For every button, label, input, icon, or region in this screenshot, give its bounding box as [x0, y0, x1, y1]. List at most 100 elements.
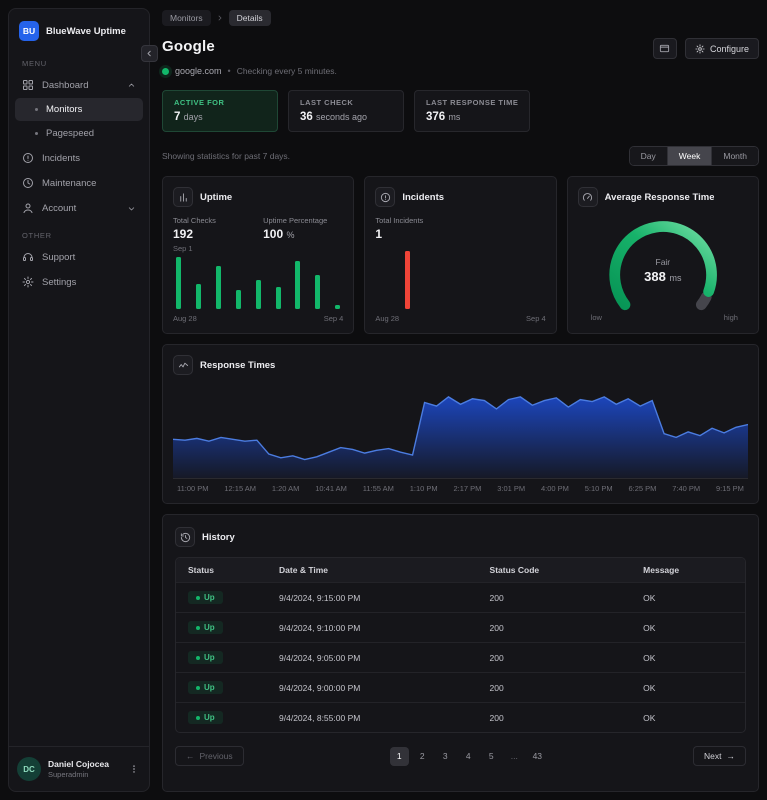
card-title: Average Response Time — [604, 191, 715, 203]
uptime-bar — [335, 304, 341, 309]
uptime-bar — [195, 284, 201, 309]
response-area-path — [173, 396, 748, 478]
period-option-day[interactable]: Day — [629, 147, 667, 165]
page-button[interactable]: 2 — [413, 747, 432, 766]
period-option-month[interactable]: Month — [711, 147, 758, 165]
stat-card-active-for: ACTIVE FOR 7 days — [162, 90, 278, 132]
previous-button[interactable]: ← Previous — [175, 746, 244, 766]
sidebar-item-maintenance[interactable]: Maintenance — [15, 171, 143, 195]
x-axis-label: 1:20 AM — [271, 484, 300, 493]
x-axis-label: 4:00 PM — [540, 484, 569, 493]
other-section-label: OTHER — [22, 231, 52, 240]
alert-circle-icon — [23, 153, 33, 163]
message-cell: OK — [631, 582, 745, 613]
page-button[interactable]: 4 — [459, 747, 478, 766]
user-menu-button[interactable] — [127, 761, 141, 777]
sidebar-item-pagespeed[interactable]: Pagespeed — [15, 122, 143, 145]
configure-label: Configure — [709, 43, 749, 54]
response-x-labels: 11:00 PM 12:15 AM 1:20 AM 10:41 AM 11:55 AM 1… — [173, 478, 748, 493]
sidebar-item-account[interactable]: Account — [15, 196, 143, 220]
sidebar-item-support[interactable]: Support — [15, 245, 143, 269]
incident-slot — [524, 245, 545, 309]
uptime-bar — [275, 287, 281, 309]
x-axis-label: 9:15 PM — [715, 484, 744, 493]
dot-separator: • — [227, 66, 231, 76]
column-header: Message — [631, 558, 745, 583]
sidebar-item-label: Account — [42, 202, 77, 214]
status-code-cell: 200 — [477, 702, 632, 732]
history-table: Status Date & Time Status Code Message Up 9/… — [175, 557, 746, 733]
monitor-status-line: google.com • Checking every 5 minutes. — [162, 66, 759, 76]
headset-icon — [23, 253, 33, 261]
user-icon — [23, 203, 33, 213]
page-header: Google Configure — [162, 38, 759, 59]
datetime-cell: 9/4/2024, 8:55:00 PM — [267, 702, 478, 732]
sidebar-collapse-button[interactable] — [141, 45, 158, 62]
table-row[interactable]: Up 9/4/2024, 9:10:00 PM 200 OK — [176, 612, 745, 643]
sidebar-nav: Dashboard Monitors Pagespeed Incidents M… — [9, 72, 149, 221]
table-row[interactable]: Up 9/4/2024, 9:15:00 PM 200 OK — [176, 582, 745, 613]
uptime-bar — [215, 266, 221, 309]
stat-label: ACTIVE FOR — [174, 98, 225, 107]
average-response-time-card: Average Response Time Fair 388 ms low hi… — [566, 176, 759, 334]
arrow-left-icon: ← — [186, 751, 195, 761]
range-end-label: Sep 4 — [526, 314, 546, 323]
period-option-week[interactable]: Week — [666, 147, 712, 165]
bullet-dot-icon — [35, 132, 38, 135]
status-badge: Up — [188, 621, 223, 634]
incident-slot — [397, 245, 418, 309]
page-button[interactable]: 1 — [389, 746, 409, 766]
page-button[interactable]: 5 — [482, 747, 501, 766]
previous-label: Previous — [199, 751, 233, 761]
user-profile[interactable]: DC Daniel Cojocea Superadmin — [9, 746, 149, 791]
card-title: Incidents — [402, 191, 445, 203]
history-table-body: Up 9/4/2024, 9:15:00 PM 200 OK Up 9/4/2024, 9… — [176, 582, 745, 732]
status-page-button[interactable] — [652, 38, 677, 59]
breadcrumb-details: Details — [228, 10, 271, 26]
datetime-cell: 9/4/2024, 9:05:00 PM — [267, 642, 478, 673]
sidebar-item-settings[interactable]: Settings — [15, 270, 143, 294]
incidents-bar-chart[interactable] — [375, 241, 545, 309]
page-title: Google — [162, 38, 215, 55]
gauge-track-path — [695, 291, 712, 311]
page-button[interactable]: 3 — [436, 747, 455, 766]
header-actions: Configure — [652, 38, 759, 59]
chevron-right-icon — [216, 14, 224, 22]
user-name: Daniel Cojocea — [48, 759, 109, 770]
table-row[interactable]: Up 9/4/2024, 9:00:00 PM 200 OK — [176, 672, 745, 703]
datetime-cell: 9/4/2024, 9:15:00 PM — [267, 582, 478, 613]
status-cell: Up — [176, 642, 268, 673]
message-cell: OK — [631, 642, 745, 673]
column-header: Status — [176, 558, 268, 583]
breadcrumb-monitors[interactable]: Monitors — [162, 10, 211, 26]
response-times-chart[interactable] — [173, 383, 748, 478]
status-code-cell: 200 — [477, 582, 632, 613]
uptime-card: Uptime Total Checks 192 Uptime Percentag… — [162, 176, 355, 334]
x-axis-label: 12:15 AM — [224, 484, 257, 493]
sidebar-item-label: Pagespeed — [46, 128, 95, 139]
x-axis-label: 6:25 PM — [628, 484, 657, 493]
stat-label: LAST RESPONSE TIME — [426, 98, 519, 107]
configure-button[interactable]: Configure — [684, 38, 759, 59]
uptime-bar-chart[interactable] — [173, 253, 343, 309]
status-code-cell: 200 — [477, 612, 632, 643]
monitor-url[interactable]: google.com — [175, 66, 222, 76]
sidebar-header: BU BlueWave Uptime — [9, 9, 149, 49]
arrow-right-icon: → — [726, 751, 736, 761]
next-button[interactable]: Next → — [693, 746, 746, 766]
table-row[interactable]: Up 9/4/2024, 8:55:00 PM 200 OK — [176, 702, 745, 732]
sidebar-item-incidents[interactable]: Incidents — [15, 146, 143, 170]
sidebar-item-monitors[interactable]: Monitors — [15, 98, 143, 121]
stat-unit: seconds ago — [316, 112, 368, 122]
check-interval-note: Checking every 5 minutes. — [236, 66, 337, 76]
sidebar-item-dashboard[interactable]: Dashboard — [15, 73, 143, 97]
line-chart-icon — [173, 355, 193, 375]
page-button[interactable]: 43 — [528, 747, 547, 766]
x-axis-label: 7:40 PM — [672, 484, 701, 493]
incident-slot — [418, 245, 439, 309]
filter-row: Showing statistics for past 7 days. Day W… — [162, 146, 759, 166]
chevron-left-icon — [147, 50, 151, 57]
stat-cards: ACTIVE FOR 7 days LAST CHECK 36 seconds … — [162, 90, 759, 132]
incident-bar — [404, 251, 410, 309]
table-row[interactable]: Up 9/4/2024, 9:05:00 PM 200 OK — [176, 642, 745, 673]
